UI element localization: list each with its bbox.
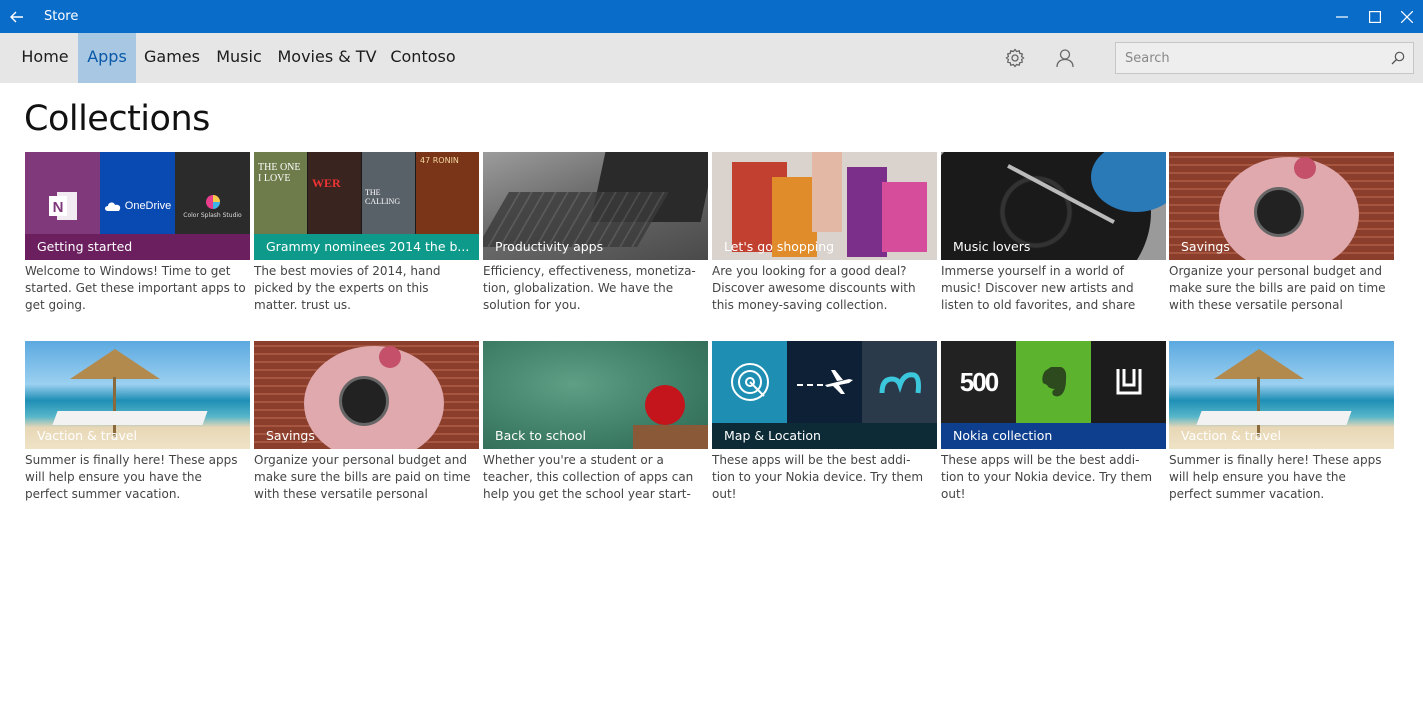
card-thumbnail: Map & Location xyxy=(712,341,937,449)
card-caption: Nokia collection xyxy=(941,423,1166,449)
card-caption: Map & Location xyxy=(712,423,937,449)
search-icon[interactable] xyxy=(1391,51,1405,65)
nav-bar: Home Apps Games Music Movies & TV Contos… xyxy=(0,33,1423,83)
search-input[interactable] xyxy=(1116,43,1376,73)
close-icon xyxy=(1401,10,1413,23)
card-description: Are you looking for a good deal? Discove… xyxy=(712,264,916,312)
flight-app-tile xyxy=(787,341,862,423)
card-caption: Grammy nominees 2014 the b... xyxy=(254,234,479,260)
card-thumbnail: Let's go shopping xyxy=(712,152,937,260)
maximize-icon xyxy=(1369,10,1381,23)
card-description: Immerse yourself in a world of music! Di… xyxy=(941,264,1136,312)
airplane-icon xyxy=(796,370,853,394)
svg-text:N: N xyxy=(52,199,63,216)
card-thumbnail: Savings xyxy=(1169,152,1394,260)
collection-card-back-to-school[interactable]: Back to school Whether you're a student … xyxy=(483,341,708,503)
pig-ear-image xyxy=(1294,157,1316,179)
500px-logo-text: 500 xyxy=(959,366,999,397)
card-description: Whether you're a student or a teacher, t… xyxy=(483,453,694,501)
card-description: The best movies of 2014, hand picked by … xyxy=(254,264,441,312)
card-thumbnail: THE ONE I LOVE WER THE CALLING 47 RONIN … xyxy=(254,152,479,260)
card-thumbnail: Vaction & travel xyxy=(1169,341,1394,449)
maximize-button[interactable] xyxy=(1358,0,1392,33)
card-thumbnail: N OneDrive Color Splash Studio Getting s… xyxy=(25,152,250,260)
card-caption: Savings xyxy=(1181,239,1230,254)
cloud-icon xyxy=(104,202,120,211)
account-icon[interactable] xyxy=(1053,46,1077,70)
500px-app-tile: 500 xyxy=(941,341,1016,423)
card-caption: Getting started xyxy=(25,234,250,260)
nav-apps[interactable]: Apps xyxy=(78,33,136,83)
card-thumbnail: Vaction & travel xyxy=(25,341,250,449)
color-splash-label: Color Splash Studio xyxy=(183,211,242,219)
card-caption: Vaction & travel xyxy=(1181,428,1282,443)
collection-card-getting-started[interactable]: N OneDrive Color Splash Studio Getting s… xyxy=(25,152,250,314)
nav-movies-tv[interactable]: Movies & TV xyxy=(272,33,382,83)
map-app-tile xyxy=(712,341,787,423)
collection-card-lets-go-shopping[interactable]: Let's go shopping Are you looking for a … xyxy=(712,152,937,314)
card-caption: Music lovers xyxy=(953,239,1031,254)
nav-games[interactable]: Games xyxy=(138,33,206,83)
onenote-icon: N xyxy=(48,192,77,220)
card-caption: Productivity apps xyxy=(495,239,604,254)
legs-image xyxy=(812,152,842,232)
collection-card-nokia-collection[interactable]: 500 Nokia collection These apps will be … xyxy=(941,341,1166,503)
card-thumbnail: Music lovers xyxy=(941,152,1166,260)
settings-icon[interactable] xyxy=(1003,46,1027,70)
card-caption: Let's go shopping xyxy=(724,239,835,254)
card-caption: Back to school xyxy=(495,428,586,443)
safe-dial-image xyxy=(339,376,389,426)
evernote-app-tile xyxy=(1016,341,1091,423)
card-description: Welcome to Windows! Time to get started.… xyxy=(25,264,246,312)
card-description: Organize your personal budget and make s… xyxy=(1169,264,1386,312)
evernote-elephant-icon xyxy=(1041,367,1066,397)
color-splash-icon xyxy=(205,194,220,209)
collection-card-vacation-travel[interactable]: Vaction & travel Summer is finally here!… xyxy=(25,341,250,503)
nav-contoso[interactable]: Contoso xyxy=(384,33,462,83)
wifi-icon xyxy=(879,372,921,394)
safe-dial-image xyxy=(1254,187,1304,237)
collection-card-music-lovers[interactable]: Music lovers Immerse yourself in a world… xyxy=(941,152,1166,314)
card-description: Summer is finally here! These apps will … xyxy=(25,453,238,501)
wifi-app-tile xyxy=(862,341,937,423)
onedrive-logo-text: OneDrive xyxy=(124,200,172,212)
collection-card-vacation-travel[interactable]: Vaction & travel Summer is finally here!… xyxy=(1169,341,1394,503)
card-thumbnail: Back to school xyxy=(483,341,708,449)
back-arrow-icon xyxy=(9,11,23,22)
card-description: Organize your personal budget and make s… xyxy=(254,453,471,501)
card-caption: Savings xyxy=(266,428,315,443)
nav-home[interactable]: Home xyxy=(13,33,77,83)
card-caption: Vaction & travel xyxy=(37,428,138,443)
card-thumbnail: Savings xyxy=(254,341,479,449)
umbrella-image xyxy=(70,349,160,379)
collection-card-savings[interactable]: Savings Organize your personal budget an… xyxy=(254,341,479,503)
page-title: Collections xyxy=(24,99,210,139)
card-thumbnail: Productivity apps xyxy=(483,152,708,260)
close-button[interactable] xyxy=(1390,0,1423,33)
collection-card-grammy-nominees[interactable]: THE ONE I LOVE WER THE CALLING 47 RONIN … xyxy=(254,152,479,314)
card-description: Summer is finally here! These apps will … xyxy=(1169,453,1382,501)
pig-ear-image xyxy=(379,346,401,368)
radar-icon xyxy=(730,363,769,401)
title-bar: Store xyxy=(0,0,1423,33)
apple-image xyxy=(645,385,685,425)
card-thumbnail: 500 Nokia collection xyxy=(941,341,1166,449)
card-description: Efficiency, effectiveness, monetiza- tio… xyxy=(483,264,696,312)
collection-card-savings[interactable]: Savings Organize your personal budget an… xyxy=(1169,152,1394,314)
minimize-button[interactable] xyxy=(1325,0,1359,33)
card-description: These apps will be the best addi- tion t… xyxy=(712,453,924,501)
back-button[interactable] xyxy=(0,0,33,33)
umbrella-image xyxy=(1214,349,1304,379)
window-title: Store xyxy=(44,9,79,24)
minimize-icon xyxy=(1336,15,1348,18)
uber-icon xyxy=(1116,369,1141,395)
collection-card-map-location[interactable]: Map & Location These apps will be the be… xyxy=(712,341,937,503)
uber-app-tile xyxy=(1091,341,1166,423)
collection-card-productivity-apps[interactable]: Productivity apps Efficiency, effectiven… xyxy=(483,152,708,314)
search-box[interactable] xyxy=(1115,42,1414,74)
nav-music[interactable]: Music xyxy=(208,33,270,83)
card-description: These apps will be the best addi- tion t… xyxy=(941,453,1153,501)
